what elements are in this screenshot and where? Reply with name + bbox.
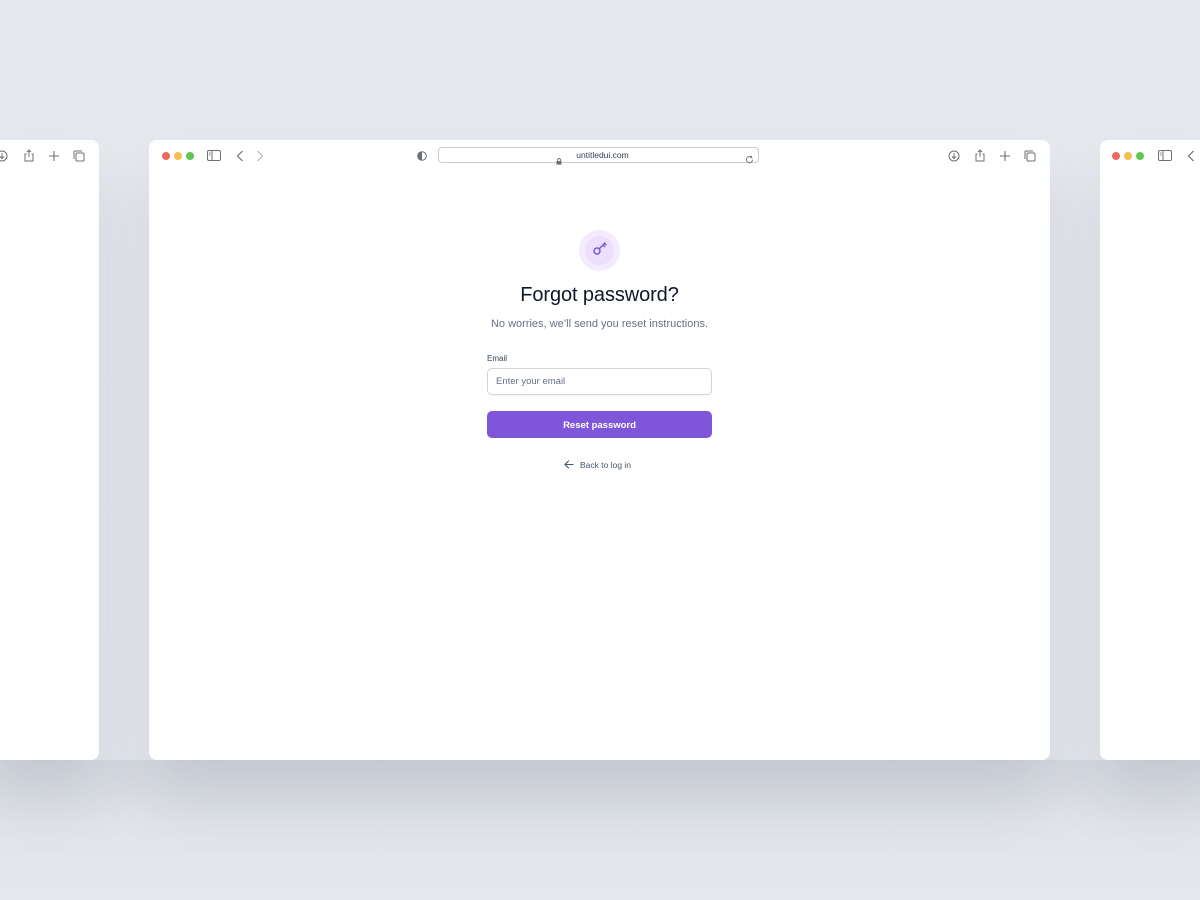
browser-window-left bbox=[0, 140, 99, 760]
new-tab-icon[interactable] bbox=[999, 150, 1011, 162]
page-subtitle: No worries, we’ll send you reset instruc… bbox=[490, 318, 709, 330]
backdrop-shadow bbox=[0, 760, 1200, 900]
share-icon[interactable] bbox=[974, 149, 986, 162]
browser-window-right bbox=[1100, 140, 1200, 760]
back-to-login-link[interactable]: Back to log in bbox=[564, 459, 631, 471]
new-tab-icon[interactable] bbox=[48, 150, 60, 162]
url-text: untitledui.com bbox=[576, 150, 629, 160]
arrow-left-icon bbox=[564, 459, 574, 471]
email-field[interactable] bbox=[487, 368, 712, 395]
sidebar-toggle-icon[interactable] bbox=[207, 150, 221, 161]
back-link-label: Back to log in bbox=[580, 460, 632, 470]
browser-window-main: untitledui.com Forgot password? No worri… bbox=[149, 140, 1050, 760]
reload-icon[interactable] bbox=[745, 151, 754, 169]
tab-overview-icon[interactable] bbox=[73, 150, 85, 162]
back-nav-icon[interactable] bbox=[1187, 150, 1195, 162]
back-nav-icon[interactable] bbox=[236, 150, 244, 162]
page-title: Forgot password? bbox=[520, 284, 679, 306]
share-icon[interactable] bbox=[23, 149, 35, 162]
maximize-window-button[interactable] bbox=[1136, 152, 1144, 160]
forward-nav-icon[interactable] bbox=[256, 150, 264, 162]
close-window-button[interactable] bbox=[162, 152, 170, 160]
email-label: Email bbox=[487, 354, 508, 363]
minimize-window-button[interactable] bbox=[174, 152, 182, 160]
maximize-window-button[interactable] bbox=[186, 152, 194, 160]
close-window-button[interactable] bbox=[1112, 152, 1120, 160]
download-icon[interactable] bbox=[948, 150, 960, 162]
privacy-shield-icon[interactable] bbox=[417, 151, 427, 161]
key-icon-badge bbox=[579, 230, 620, 271]
address-bar[interactable]: untitledui.com bbox=[438, 147, 759, 165]
key-icon bbox=[592, 240, 608, 261]
download-icon[interactable] bbox=[0, 150, 8, 162]
minimize-window-button[interactable] bbox=[1124, 152, 1132, 160]
reset-password-button[interactable]: Reset password bbox=[487, 411, 712, 438]
tab-overview-icon[interactable] bbox=[1024, 150, 1036, 162]
sidebar-toggle-icon[interactable] bbox=[1158, 150, 1172, 161]
